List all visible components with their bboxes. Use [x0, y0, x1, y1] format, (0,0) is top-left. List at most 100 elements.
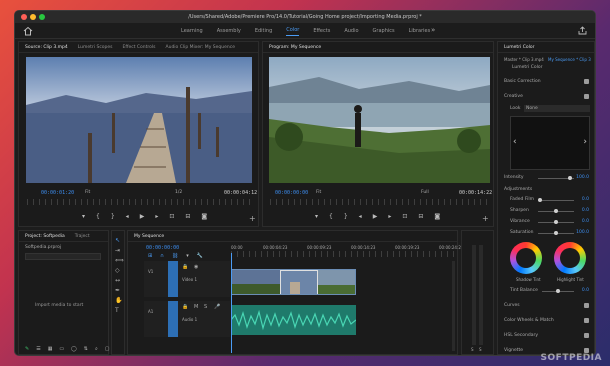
tab-traject[interactable]: Traject	[75, 234, 90, 239]
tab-my-sequence[interactable]: My Sequence	[134, 234, 164, 239]
minimize-window-button[interactable]	[30, 14, 36, 20]
audio-clip[interactable]	[231, 305, 356, 335]
hand-tool-icon[interactable]: ✋	[115, 297, 122, 304]
tab-editing[interactable]: Editing	[255, 28, 272, 34]
slip-tool-icon[interactable]: ↔	[115, 277, 122, 284]
v1-target[interactable]	[168, 261, 178, 297]
track-select-tool-icon[interactable]: ⇥	[115, 247, 122, 254]
icon-view-icon[interactable]: ▦	[48, 346, 53, 352]
a1-target[interactable]	[168, 301, 178, 337]
hsl-secondary-checkbox[interactable]	[584, 333, 589, 338]
marker-icon[interactable]: ▾	[82, 213, 85, 220]
voiceover-icon[interactable]: 🎤	[214, 304, 220, 310]
step-back-icon[interactable]: ◂	[126, 213, 129, 220]
program-resolution-select[interactable]: Full	[421, 190, 429, 195]
program-step-forward-icon[interactable]: ▸	[388, 213, 391, 220]
look-select[interactable]: None	[524, 105, 590, 112]
pencil-icon[interactable]: ✎	[25, 346, 29, 352]
razor-tool-icon[interactable]: ◇	[115, 267, 122, 274]
zoom-icon[interactable]: ◯	[71, 346, 77, 352]
program-time-ruler[interactable]	[270, 199, 488, 205]
freeform-view-icon[interactable]: ▭	[59, 346, 64, 352]
curves-section[interactable]: Curves	[504, 303, 520, 308]
mark-out-icon[interactable]: }	[111, 213, 115, 220]
basic-correction-checkbox[interactable]	[584, 79, 589, 84]
saturation-slider[interactable]	[538, 231, 574, 235]
color-wheels-checkbox[interactable]	[584, 318, 589, 323]
program-fit-select[interactable]: Fit	[316, 190, 321, 195]
tab-effect-controls[interactable]: Effect Controls	[123, 45, 156, 50]
type-tool-icon[interactable]: T	[115, 307, 122, 314]
next-look-icon[interactable]: ›	[583, 137, 587, 147]
timeline-settings-icon[interactable]: 🔧	[197, 253, 203, 259]
tint-balance-value[interactable]: 0.0	[582, 288, 589, 293]
program-marker-icon[interactable]: ▾	[315, 213, 318, 220]
solo-icon[interactable]: S	[204, 304, 207, 310]
tab-effects[interactable]: Effects	[313, 28, 330, 34]
source-time-ruler[interactable]	[27, 199, 252, 205]
timeline-scrollbar[interactable]	[452, 261, 455, 351]
tab-program[interactable]: Program: My Sequence	[269, 45, 321, 50]
more-workspaces-button[interactable]: »	[431, 26, 435, 34]
program-play-icon[interactable]: ▶	[373, 213, 378, 220]
program-export-frame-icon[interactable]: ◙	[434, 213, 440, 220]
snap-icon[interactable]: ∩	[160, 253, 164, 259]
basic-correction-section[interactable]: Basic Correction	[504, 79, 541, 84]
audio-lock-icon[interactable]: 🔒	[182, 304, 188, 310]
tab-assembly[interactable]: Assembly	[217, 28, 241, 34]
vignette-section[interactable]: Vignette	[504, 348, 523, 353]
tab-graphics[interactable]: Graphics	[373, 28, 395, 34]
adjustments-section[interactable]: Adjustments	[504, 187, 532, 192]
sort-icon[interactable]: ⇅	[84, 346, 88, 352]
previous-look-icon[interactable]: ‹	[513, 137, 517, 147]
insert-sequence-icon[interactable]: ⊞	[148, 253, 152, 259]
tab-audio[interactable]: Audio	[344, 28, 358, 34]
pen-tool-icon[interactable]: ✒	[115, 287, 122, 294]
creative-section[interactable]: Creative	[504, 94, 523, 99]
source-timecode-in[interactable]: 00:00:01:20	[41, 190, 74, 196]
program-mark-in-icon[interactable]: {	[329, 213, 333, 220]
project-search-input[interactable]	[25, 253, 101, 260]
zoom-window-button[interactable]	[39, 14, 45, 20]
solo-left-button[interactable]: S	[471, 347, 474, 352]
share-icon[interactable]	[578, 26, 587, 35]
home-icon[interactable]	[23, 26, 33, 36]
linked-selection-icon[interactable]: ⛓	[172, 253, 178, 259]
shadow-tint-wheel[interactable]	[510, 242, 542, 274]
hsl-secondary-section[interactable]: HSL Secondary	[504, 333, 538, 338]
tab-project[interactable]: Project: Softpedia	[25, 234, 65, 239]
lumetri-master-label[interactable]: Master * Clip 3.mp4	[504, 57, 544, 62]
a1-label[interactable]: A1	[148, 309, 153, 314]
sharpen-slider[interactable]	[538, 209, 574, 213]
creative-checkbox[interactable]	[584, 94, 589, 99]
mute-icon[interactable]: M	[194, 304, 198, 310]
list-view-icon[interactable]: ☰	[36, 346, 40, 352]
lift-icon[interactable]: ⊡	[402, 213, 407, 220]
tab-audio-clip-mixer[interactable]: Audio Clip Mixer: My Sequence	[166, 45, 235, 50]
program-mark-out-icon[interactable]: }	[344, 213, 348, 220]
solo-right-button[interactable]: S	[479, 347, 482, 352]
tab-libraries[interactable]: Libraries	[409, 28, 431, 34]
insert-icon[interactable]: ⊡	[169, 213, 174, 220]
intensity-slider[interactable]	[538, 176, 574, 180]
source-resolution-select[interactable]: 1/2	[175, 190, 182, 195]
lock-icon[interactable]: 🔒	[182, 264, 188, 270]
program-add-button-icon[interactable]: +	[482, 214, 489, 223]
export-frame-icon[interactable]: ◙	[201, 213, 207, 220]
program-timecode-in[interactable]: 00:00:00:00	[275, 190, 308, 196]
step-forward-icon[interactable]: ▸	[155, 213, 158, 220]
timeline-ruler[interactable]: 00:00 00:00:04:23 00:00:09:23 00:00:14:2…	[231, 245, 463, 257]
play-icon[interactable]: ▶	[140, 213, 145, 220]
sharpen-value[interactable]: 0.0	[582, 208, 589, 213]
find-icon[interactable]: ⌕	[95, 346, 98, 352]
program-step-back-icon[interactable]: ◂	[359, 213, 362, 220]
saturation-value[interactable]: 100.0	[576, 230, 589, 235]
faded-film-slider[interactable]	[538, 198, 574, 202]
tint-balance-slider[interactable]	[542, 289, 574, 293]
ripple-edit-tool-icon[interactable]: ⟺	[115, 257, 124, 264]
eye-icon[interactable]: ◉	[194, 264, 198, 270]
color-wheels-section[interactable]: Color Wheels & Match	[504, 318, 554, 323]
playhead[interactable]	[231, 253, 232, 353]
import-media-hint[interactable]: Import media to start	[35, 303, 83, 308]
lumetri-header[interactable]: Lumetri Color	[504, 45, 534, 50]
